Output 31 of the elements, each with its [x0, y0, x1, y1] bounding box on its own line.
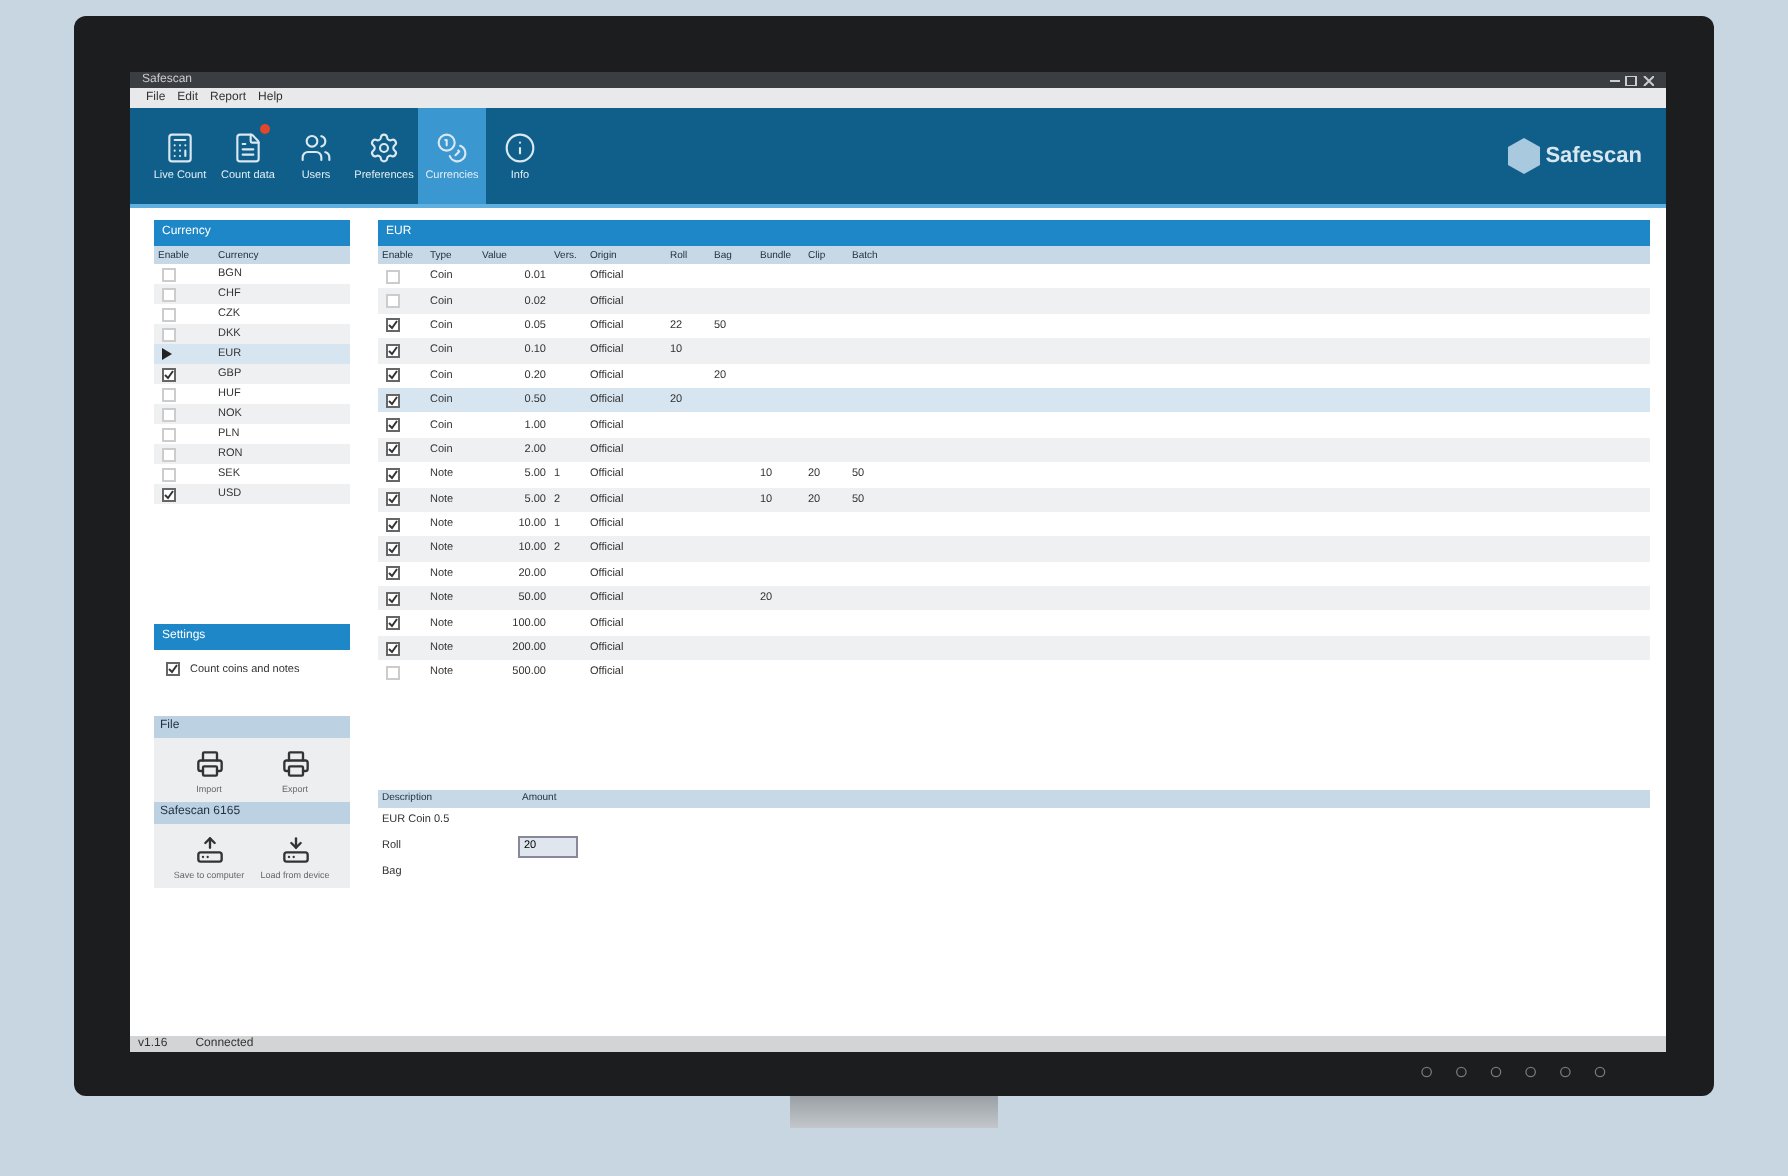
checkbox[interactable]: [386, 517, 400, 532]
printer-icon: [281, 750, 309, 778]
drive-icon: [195, 836, 223, 864]
toolbar-icon: [300, 131, 332, 163]
checkbox[interactable]: [386, 541, 400, 556]
checkbox[interactable]: [386, 616, 400, 631]
checkbox[interactable]: [386, 566, 400, 581]
checkbox[interactable]: [386, 343, 400, 358]
checkbox[interactable]: [166, 662, 180, 676]
toolbar-icon: [232, 131, 264, 163]
checkbox[interactable]: [386, 393, 400, 408]
checkbox[interactable]: [386, 591, 400, 606]
checkbox[interactable]: [386, 318, 400, 333]
checkbox[interactable]: [386, 418, 400, 433]
row-pointer-icon: [162, 348, 172, 360]
toolbar-icon: [436, 131, 468, 163]
drive-icon: [281, 836, 309, 864]
checkbox[interactable]: [386, 492, 400, 507]
brand-name: Safescan: [1545, 144, 1642, 168]
brand-logo-icon: [1507, 138, 1540, 174]
checkbox[interactable]: [386, 368, 400, 383]
toolbar-icon: [164, 131, 196, 163]
checkbox[interactable]: [386, 641, 400, 656]
printer-icon: [195, 750, 223, 778]
toolbar-icon: [368, 131, 400, 163]
checkbox[interactable]: [386, 467, 400, 482]
toolbar-icon: [504, 131, 536, 163]
checkbox[interactable]: [162, 367, 176, 381]
window-controls-icon[interactable]: [1610, 75, 1654, 85]
checkbox[interactable]: [386, 442, 400, 457]
checkbox[interactable]: [162, 487, 176, 501]
